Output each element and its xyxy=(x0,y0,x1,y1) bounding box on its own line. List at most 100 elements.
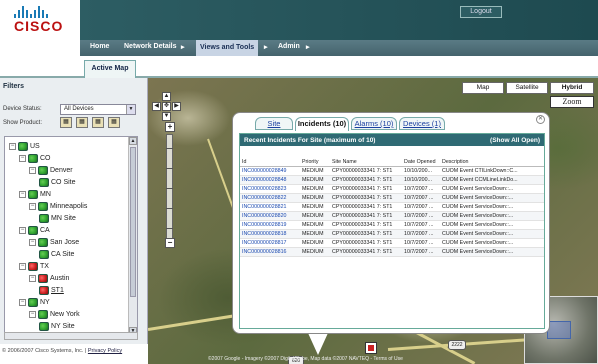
tree-node[interactable]: − Minneapolis xyxy=(29,201,87,212)
show-all-open-link[interactable]: (Show All Open) xyxy=(490,137,540,144)
column-header-priority[interactable]: Priority xyxy=(300,146,330,167)
table-row[interactable]: INC000000028819 MEDIUM CPY00000033341 7: S… xyxy=(240,220,544,230)
tree-node[interactable]: ST1 xyxy=(39,285,64,296)
table-row[interactable]: INC000000028821 MEDIUM CPY00000033341 7: S… xyxy=(240,202,544,212)
pan-down-icon[interactable]: ▼ xyxy=(162,112,171,121)
tree-node-label[interactable]: TX xyxy=(40,263,49,270)
incident-id-link[interactable]: INC000000028817 xyxy=(240,238,300,248)
zoom-out-button[interactable]: − xyxy=(165,238,175,248)
tree-node[interactable]: − New York xyxy=(29,309,80,320)
tab-alarms[interactable]: Alarms (10) xyxy=(351,117,397,130)
map-view[interactable]: ▲ ◀ ✥ ▶ ▼ + − Map Satellite Hybrid Zoom … xyxy=(148,78,598,364)
map-type-hybrid-button[interactable]: Hybrid xyxy=(550,82,594,94)
tree-node-label[interactable]: New York xyxy=(50,311,80,318)
privacy-policy-link[interactable]: Privacy Policy xyxy=(88,348,122,354)
close-icon[interactable]: ✕ xyxy=(536,115,545,124)
tree-node[interactable]: CO Site xyxy=(39,177,76,188)
incident-id-link[interactable]: INC000000028818 xyxy=(240,229,300,239)
tree-node[interactable]: − San Jose xyxy=(29,237,79,248)
tree-collapse-icon[interactable]: − xyxy=(19,263,26,270)
zoom-slider[interactable] xyxy=(166,134,173,246)
tree-node[interactable]: − US xyxy=(9,141,40,152)
tree-node-label[interactable]: CO Site xyxy=(51,179,76,186)
tree-collapse-icon[interactable]: − xyxy=(19,191,26,198)
column-header-site-name[interactable]: Site Name xyxy=(330,146,402,167)
tree-node-label[interactable]: NY xyxy=(40,299,50,306)
tree-node-label[interactable]: San Jose xyxy=(50,239,79,246)
pan-center-icon[interactable]: ✥ xyxy=(162,102,171,111)
tree-collapse-icon[interactable]: − xyxy=(29,203,36,210)
device-status-select[interactable]: All Devices ▼ xyxy=(60,104,136,115)
table-row[interactable]: INC000000028818 MEDIUM CPY00000033341 7: S… xyxy=(240,229,544,239)
tree-collapse-icon[interactable]: − xyxy=(29,239,36,246)
tree-node-label[interactable]: Denver xyxy=(50,167,73,174)
table-row[interactable]: INC000000028822 MEDIUM CPY00000033341 7: S… xyxy=(240,193,544,203)
tree-node-label[interactable]: CA xyxy=(40,227,50,234)
minimap-viewport[interactable] xyxy=(547,321,571,339)
tree-node-label[interactable]: Austin xyxy=(50,275,69,282)
incident-id-link[interactable]: INC000000028848 xyxy=(240,175,300,185)
table-row[interactable]: INC000000028849 MEDIUM CPY00000033341 7: S… xyxy=(240,166,544,176)
column-header-id[interactable]: Id xyxy=(240,146,300,167)
column-header-description[interactable]: Description xyxy=(440,146,544,167)
table-row[interactable]: INC000000028823 MEDIUM CPY00000033341 7: S… xyxy=(240,184,544,194)
nav-views-and-tools[interactable]: Views and Tools xyxy=(196,40,259,56)
tree-node[interactable]: − NY xyxy=(19,297,50,308)
tree-node-label[interactable]: CA Site xyxy=(51,251,74,258)
incident-id-link[interactable]: INC000000028816 xyxy=(240,247,300,257)
table-row[interactable]: INC000000028820 MEDIUM CPY00000033341 7: S… xyxy=(240,211,544,221)
tab-active-map[interactable]: Active Map xyxy=(84,60,136,78)
tree-collapse-icon[interactable]: − xyxy=(19,299,26,306)
map-type-map-button[interactable]: Map xyxy=(462,82,504,94)
nav-home[interactable]: Home xyxy=(90,43,109,50)
tree-node[interactable]: − MN xyxy=(19,189,51,200)
tab-devices[interactable]: Devices (1) xyxy=(399,117,445,130)
tree-vertical-scrollbar[interactable]: ▲ ▼ xyxy=(128,137,137,335)
scroll-up-icon[interactable]: ▲ xyxy=(129,137,137,145)
tree-node-label[interactable]: MN Site xyxy=(51,215,76,222)
tree-node-label[interactable]: CO xyxy=(40,155,51,162)
tree-node[interactable]: − Austin xyxy=(29,273,69,284)
tree-node-label[interactable]: NY Site xyxy=(51,323,75,330)
incident-id-link[interactable]: INC000000028823 xyxy=(240,184,300,194)
tree-horizontal-scrollbar[interactable] xyxy=(4,332,138,340)
tree-node[interactable]: − CO xyxy=(19,153,51,164)
tree-collapse-icon[interactable]: − xyxy=(19,155,26,162)
tree-collapse-icon[interactable]: − xyxy=(9,143,16,150)
table-row[interactable]: INC000000028817 MEDIUM CPY00000033341 7: S… xyxy=(240,238,544,248)
tree-collapse-icon[interactable]: − xyxy=(29,311,36,318)
product-filter-icon-4[interactable]: ▦ xyxy=(108,117,120,128)
tree-collapse-icon[interactable]: − xyxy=(19,227,26,234)
tree-node-label[interactable]: Minneapolis xyxy=(50,203,87,210)
tree-collapse-icon[interactable]: − xyxy=(29,275,36,282)
column-header-date-opened[interactable]: Date Opened xyxy=(402,146,440,167)
tab-incidents[interactable]: Incidents (10) xyxy=(295,117,349,131)
incident-id-link[interactable]: INC000000028819 xyxy=(240,220,300,230)
site-marker-icon[interactable] xyxy=(365,342,377,354)
tree-node-label[interactable]: MN xyxy=(40,191,51,198)
product-filter-icon-3[interactable]: ▦ xyxy=(92,117,104,128)
incident-id-link[interactable]: INC000000028822 xyxy=(240,193,300,203)
pan-right-icon[interactable]: ▶ xyxy=(172,102,181,111)
pan-left-icon[interactable]: ◀ xyxy=(152,102,161,111)
incident-id-link[interactable]: INC000000028821 xyxy=(240,202,300,212)
product-filter-icon-1[interactable]: ▦ xyxy=(60,117,72,128)
table-row[interactable]: INC000000028848 MEDIUM CPY00000033341 7: S… xyxy=(240,175,544,185)
zoom-in-button[interactable]: + xyxy=(165,122,175,132)
tree-node[interactable]: MN Site xyxy=(39,213,76,224)
incident-id-link[interactable]: INC000000028820 xyxy=(240,211,300,221)
tree-node[interactable]: − CA xyxy=(19,225,50,236)
tree-node[interactable]: − TX xyxy=(19,261,49,272)
tree-collapse-icon[interactable]: − xyxy=(29,167,36,174)
nav-admin[interactable]: Admin xyxy=(278,43,300,50)
map-type-satellite-button[interactable]: Satellite xyxy=(506,82,548,94)
tree-node[interactable]: NY Site xyxy=(39,321,75,332)
tab-site[interactable]: Site xyxy=(255,117,293,130)
tree-node[interactable]: − Denver xyxy=(29,165,73,176)
nav-network-details[interactable]: Network Details xyxy=(124,43,177,50)
tree-node-label[interactable]: ST1 xyxy=(51,287,64,294)
scroll-thumb[interactable] xyxy=(130,147,136,297)
table-row[interactable]: INC000000028816 MEDIUM CPY00000033341 7: S… xyxy=(240,247,544,257)
incident-id-link[interactable]: INC000000028849 xyxy=(240,166,300,176)
tree-node[interactable]: CA Site xyxy=(39,249,74,260)
